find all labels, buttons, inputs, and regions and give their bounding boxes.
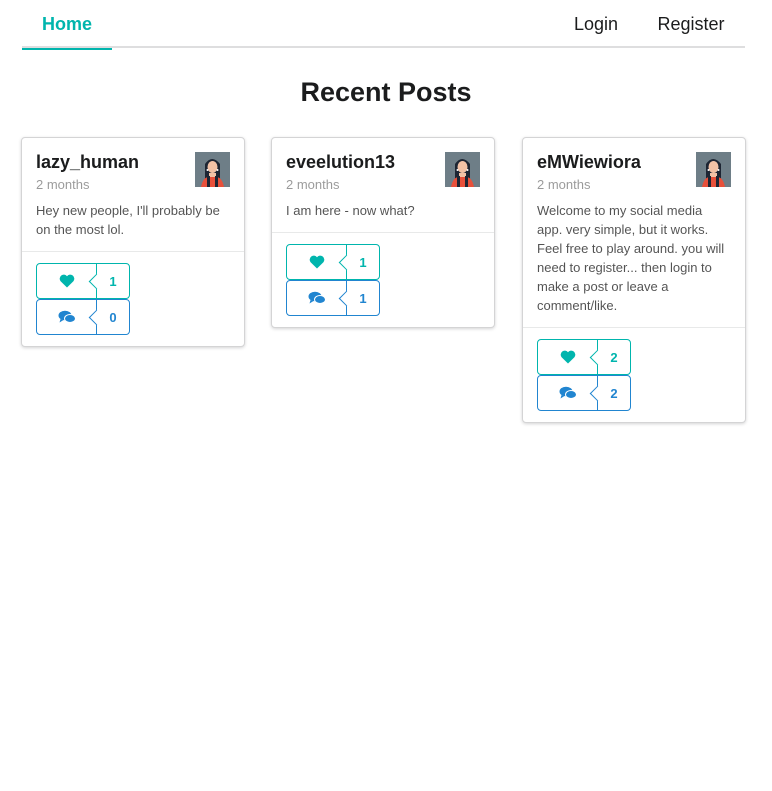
post-card: eMWiewiora 2 months Welcome to my social…	[522, 137, 746, 423]
like-button[interactable]: 1	[36, 263, 130, 299]
avatar	[195, 152, 230, 187]
comment-button[interactable]: 0	[36, 299, 130, 335]
avatar	[696, 152, 731, 187]
avatar	[445, 152, 480, 187]
like-button[interactable]: 2	[537, 339, 631, 375]
comment-button[interactable]: 2	[537, 375, 631, 411]
post-body: I am here - now what?	[286, 203, 415, 218]
post-card: eveelution13 2 months I am here - now wh…	[271, 137, 495, 328]
nav-register[interactable]: Register	[648, 0, 734, 48]
top-menu: Home Login Register	[22, 0, 745, 50]
comment-button[interactable]: 1	[286, 280, 380, 316]
nav-login[interactable]: Login	[562, 0, 630, 48]
post-body: Hey new people, I'll probably be on the …	[36, 203, 220, 237]
post-card: lazy_human 2 months Hey new people, I'll…	[21, 137, 245, 347]
nav-home[interactable]: Home	[22, 0, 112, 50]
post-body: Welcome to my social media app. very sim…	[537, 203, 725, 313]
like-button[interactable]: 1	[286, 244, 380, 280]
page-title: Recent Posts	[300, 77, 472, 107]
